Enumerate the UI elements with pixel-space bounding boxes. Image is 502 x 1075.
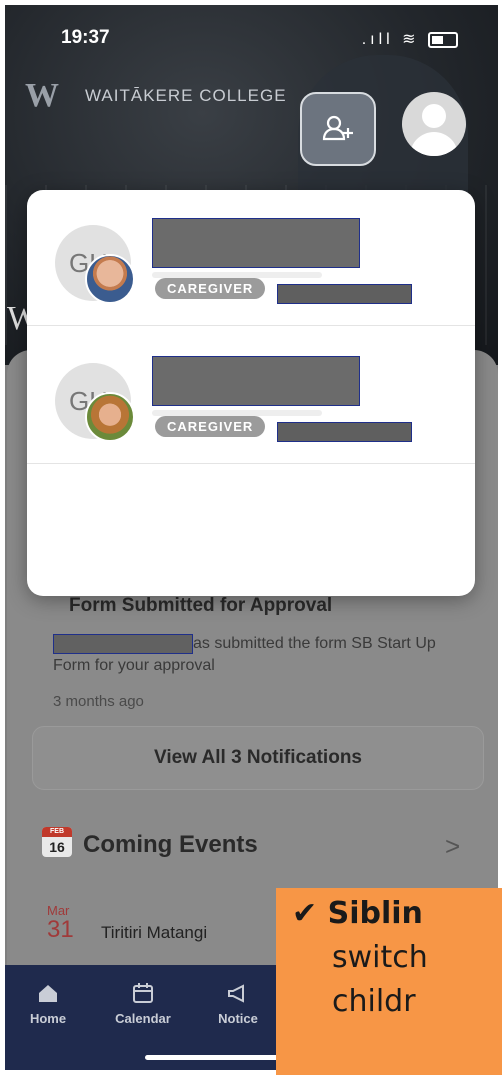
redacted-name [53,633,193,654]
tab-home[interactable]: Home [13,981,83,1026]
account-row[interactable]: GH CAREGIVER [27,328,475,464]
event-date: Mar 31 [47,903,74,943]
tab-calendar[interactable]: Calendar [108,981,178,1026]
add-account-button[interactable] [300,92,376,166]
add-user-icon [322,115,353,141]
redacted-name [152,218,360,268]
redacted-name [152,356,360,406]
chevron-right-icon[interactable]: > [445,831,460,862]
home-indicator[interactable] [145,1055,280,1060]
redacted-detail [277,422,412,442]
child-photo [85,392,135,442]
notification-body: as submitted the form SB Start Up Form f… [53,633,453,677]
callout-line-3: childr [332,984,416,1019]
school-crest-icon [25,77,75,115]
calendar-icon [108,981,178,1011]
checkmark-icon: ✔ [292,896,318,931]
home-icon [13,981,83,1011]
annotation-callout: ✔ Siblin switch childr [276,888,502,1075]
signal-icon: .ıll [361,31,394,48]
account-row[interactable]: GH CAREGIVER [27,190,475,326]
battery-icon [428,31,458,48]
notification-title[interactable]: Form Submitted for Approval [69,595,332,617]
megaphone-icon [203,981,273,1011]
profile-avatar-button[interactable] [402,92,466,156]
status-bar: 19:37 .ıll ≋ [5,5,498,65]
status-time: 19:37 [61,27,110,48]
notification-time: 3 months ago [53,693,144,710]
role-badge: CAREGIVER [155,416,266,437]
callout-line-2: switch [332,940,428,975]
event-name[interactable]: Tiritiri Matangi [101,923,207,943]
callout-line-1: Siblin [327,896,423,931]
calendar-icon: FEB 16 [42,827,72,857]
school-name: WAITĀKERE COLLEGE [85,86,287,105]
wifi-icon: ≋ [402,31,420,48]
redacted-detail [277,284,412,304]
coming-events-title[interactable]: Coming Events [83,831,258,859]
school-logo: WAITĀKERE COLLEGE [25,77,287,115]
role-badge: CAREGIVER [155,278,266,299]
status-icons: .ıll ≋ [362,29,458,49]
account-switcher-popup: GH CAREGIVER GH CAREGIVER [27,190,475,596]
user-icon [422,104,446,128]
child-photo [85,254,135,304]
tab-notices[interactable]: Notice [203,981,273,1026]
view-all-notifications-button[interactable]: View All 3 Notifications [32,726,484,790]
